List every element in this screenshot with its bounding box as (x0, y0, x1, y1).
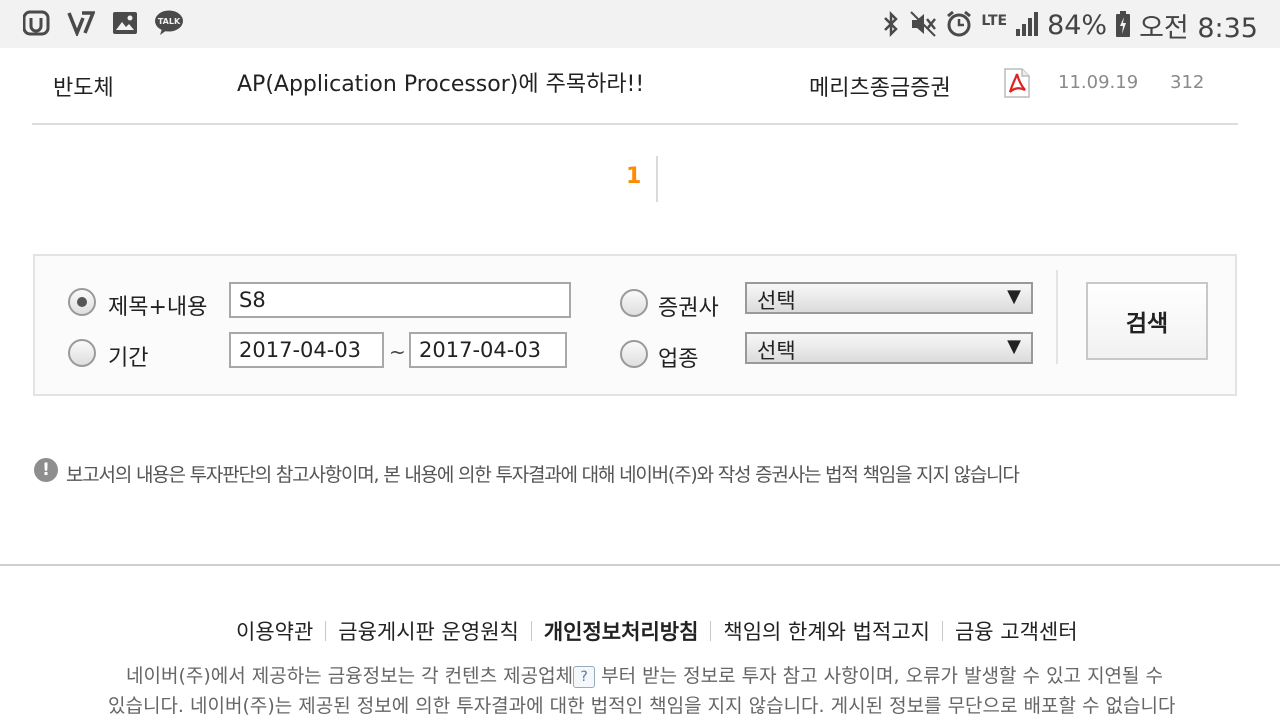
footer-link-legal[interactable]: 책임의 한계와 법적고지 (723, 616, 930, 646)
report-views: 312 (1170, 72, 1205, 93)
radio-broker-label: 증권사 (658, 296, 719, 321)
footer-disclaimer-line-1: 네이버(주)에서 제공하는 금융정보는 각 컨텐츠 제공업체? 부터 받는 정보… (126, 661, 1163, 688)
dropdown-arrow-icon: ▼ (1007, 336, 1021, 357)
radio-title-content[interactable] (68, 288, 96, 316)
dropdown-arrow-icon: ▼ (1007, 286, 1021, 307)
radio-industry[interactable] (620, 340, 648, 368)
u-plus-icon (22, 9, 52, 37)
row-divider (32, 123, 1238, 125)
gallery-icon (110, 9, 140, 37)
footer-link-separator (530, 621, 532, 641)
broker-select[interactable]: 선택 ▼ (745, 282, 1033, 314)
notification-icons: TALK (22, 9, 184, 37)
report-date: 11.09.19 (1058, 72, 1139, 93)
mute-icon (909, 10, 937, 42)
date-to-input[interactable] (409, 332, 567, 368)
battery-icon (1115, 10, 1131, 42)
alarm-icon (945, 10, 973, 42)
report-category: 반도체 (53, 76, 114, 101)
footer-disclaimer-text-a: 네이버(주)에서 제공하는 금융정보는 각 컨텐츠 제공업체 (126, 665, 574, 687)
radio-industry-label: 업종 (658, 347, 699, 372)
pdf-icon[interactable] (1003, 68, 1031, 102)
search-divider (1056, 270, 1058, 364)
svg-text:TALK: TALK (158, 17, 181, 26)
page-current[interactable]: 1 (626, 164, 641, 189)
help-icon[interactable]: ? (573, 665, 596, 688)
warning-icon: ! (34, 458, 58, 482)
radio-period[interactable] (68, 339, 96, 367)
industry-select-value: 선택 (757, 339, 796, 363)
signal-icon (1015, 11, 1039, 41)
pagination-divider (656, 156, 658, 202)
report-broker: 메리츠종금증권 (809, 76, 951, 101)
footer-link-separator (325, 621, 327, 641)
keyword-input[interactable] (229, 282, 571, 318)
system-indicators: LTE 84% 오전 8:35 (881, 6, 1258, 45)
footer-divider (0, 564, 1280, 566)
footer-links: 이용약관 금융게시판 운영원칙 개인정보처리방침 책임의 한계와 법적고지 금융… (236, 616, 1078, 646)
footer-link-privacy[interactable]: 개인정보처리방침 (544, 616, 699, 646)
report-title-link[interactable]: AP(Application Processor)에 주목하라!! (237, 66, 644, 98)
radio-broker[interactable] (620, 289, 648, 317)
broker-select-value: 선택 (757, 289, 796, 313)
radio-title-content-label: 제목+내용 (108, 295, 208, 320)
clock: 오전 8:35 (1139, 13, 1258, 44)
kakaotalk-icon: TALK (154, 9, 184, 37)
footer-link-board-policy[interactable]: 금융게시판 운영원칙 (338, 616, 519, 646)
footer-link-separator (710, 621, 712, 641)
footer-link-customer-center[interactable]: 금융 고객센터 (955, 616, 1078, 646)
search-button[interactable]: 검색 (1086, 282, 1208, 360)
footer-disclaimer-text-b: 부터 받는 정보로 투자 참고 사항이며, 오류가 발생할 수 있고 지연될 수 (595, 665, 1164, 687)
bluetooth-icon (881, 10, 901, 42)
v-app-icon (66, 9, 96, 37)
date-from-input[interactable] (229, 332, 384, 368)
footer-disclaimer-line-2: 있습니다. 네이버(주)는 제공된 정보에 의한 투자결과에 대한 법적인 책임… (108, 695, 1176, 717)
disclaimer-notice: 보고서의 내용은 투자판단의 참고사항이며, 본 내용에 의한 투자결과에 대해… (66, 464, 1020, 486)
status-bar: TALK LTE 84% 오전 8:35 (0, 0, 1280, 48)
battery-percent: 84% (1047, 10, 1108, 41)
lte-indicator: LTE (981, 12, 1008, 29)
footer-link-terms[interactable]: 이용약관 (236, 616, 313, 646)
radio-period-label: 기간 (108, 346, 149, 371)
industry-select[interactable]: 선택 ▼ (745, 332, 1033, 364)
footer-link-separator (941, 621, 943, 641)
date-range-separator: ~ (389, 340, 406, 364)
